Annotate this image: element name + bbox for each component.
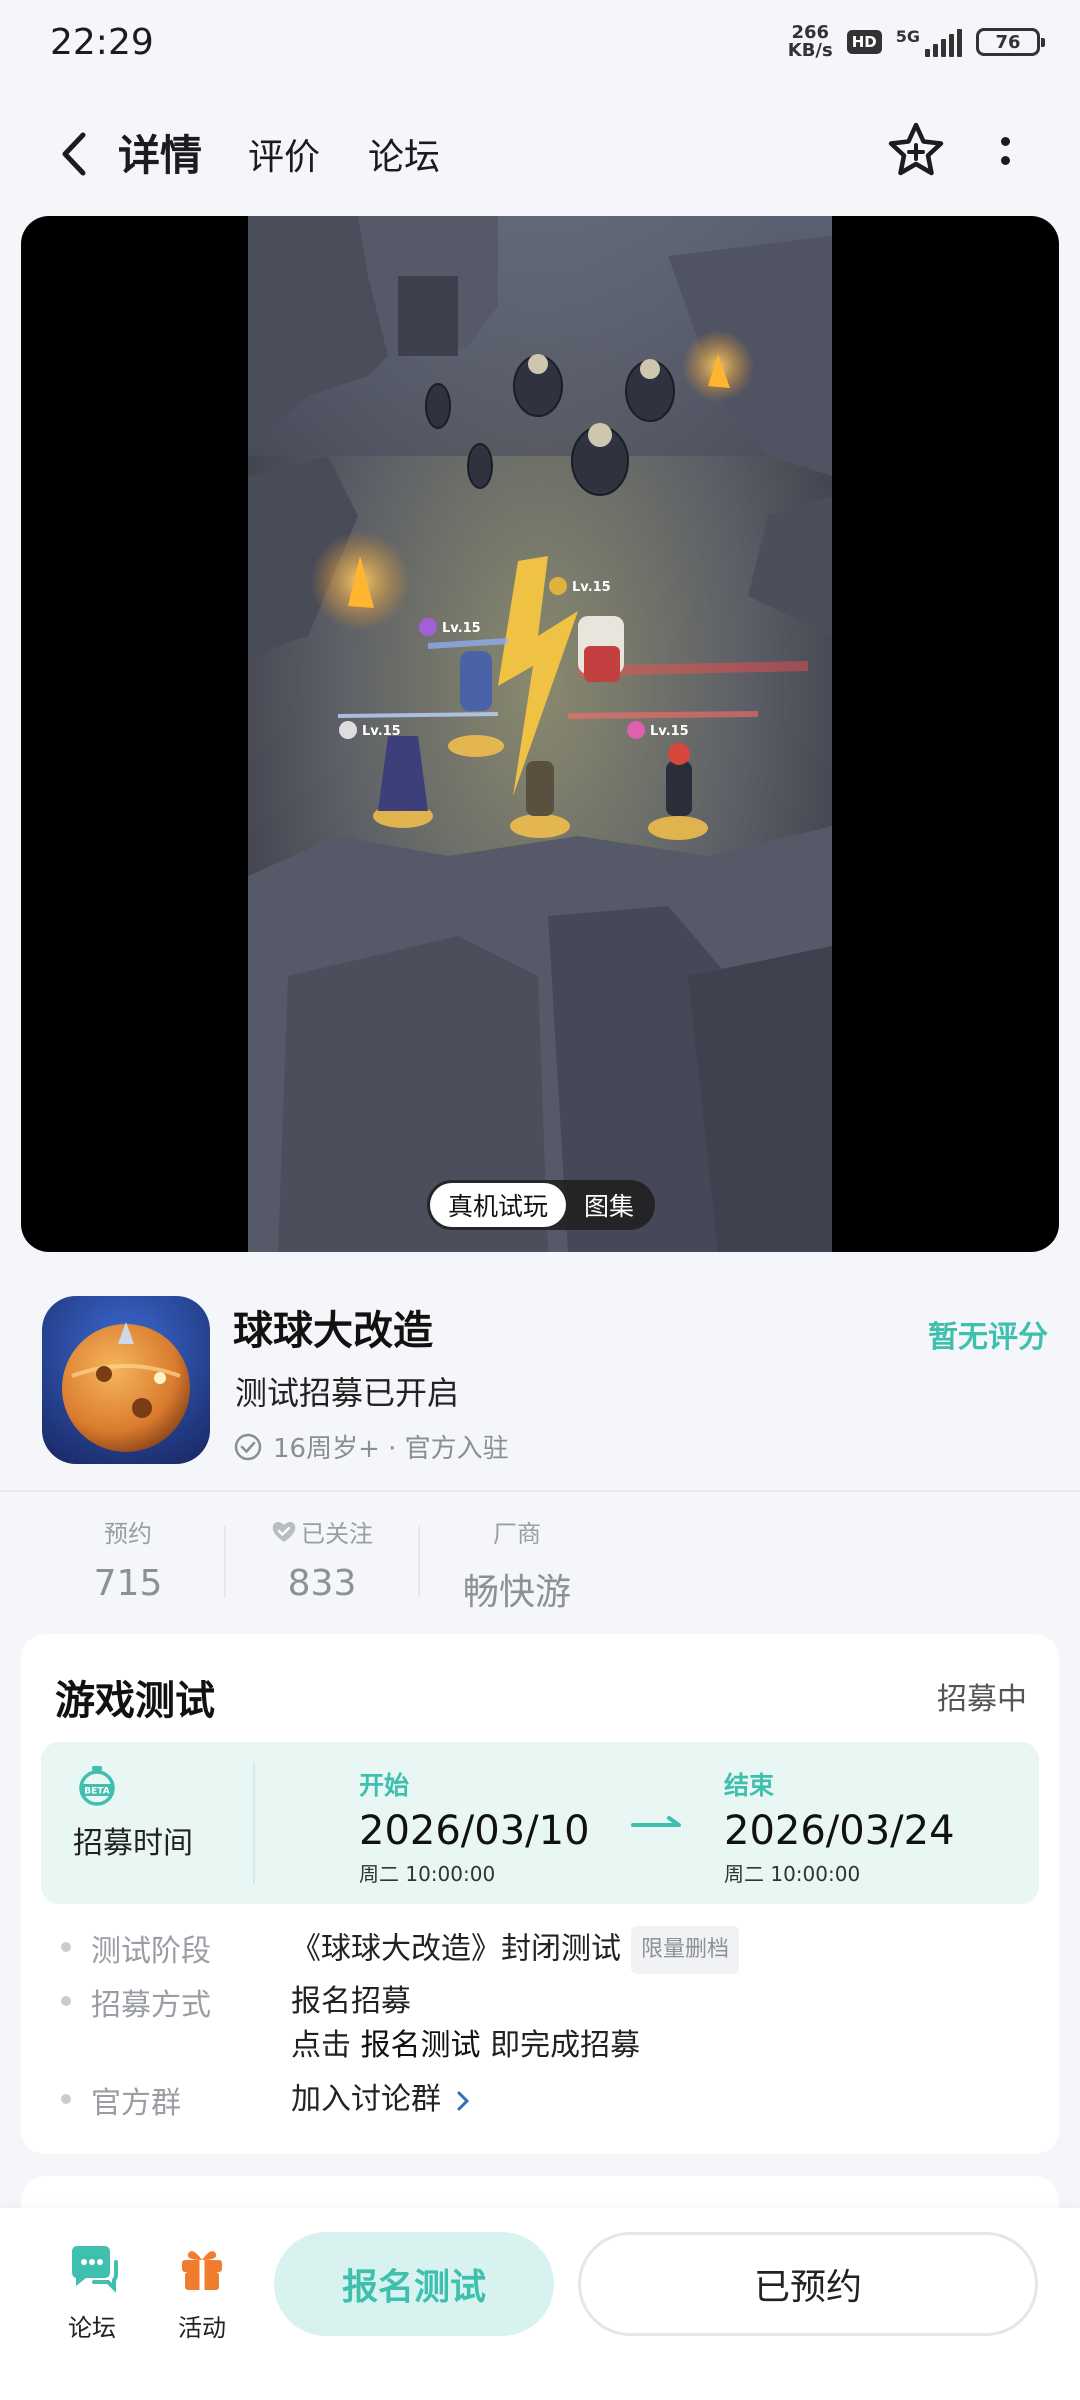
option-live-demo[interactable]: 真机试玩 (430, 1183, 567, 1227)
panel-separator (253, 1762, 255, 1884)
gift-icon (182, 2251, 222, 2290)
info-row-method: 招募方式 报名招募 点击 报名测试 即完成招募 (61, 1980, 640, 2068)
beta-label: BETA (84, 1787, 109, 1797)
stat-label: 已关注 (301, 1520, 373, 1548)
method-note: 点击 报名测试 即完成招募 (291, 2024, 640, 2068)
start-weekday-time: 周二 10:00:00 (359, 1862, 496, 1886)
forum-label: 论坛 (68, 2314, 116, 2342)
start-key: 开始 (359, 1771, 410, 1800)
game-test-card: 游戏测试 招募中 BETA 招募时间 开始 2026/03/10 周二 10:0… (21, 1634, 1059, 2154)
media-viewer[interactable]: Lv.15 Lv.15 Lv.15 Lv.15 真机试玩 图集 (21, 216, 1059, 1252)
stage-value-line: 《球球大改造》封闭测试 限量删档 (291, 1926, 740, 1974)
app-meta: 16周岁+ · 官方入驻 (233, 1428, 509, 1465)
stat-reservations: 预约 715 (78, 1514, 178, 1604)
stat-separator (224, 1526, 226, 1598)
reserved-button[interactable]: 已预约 (578, 2232, 1038, 2336)
signal-icon: 5G (896, 27, 962, 57)
media-mode-switch[interactable]: 真机试玩 图集 (427, 1180, 656, 1230)
option-gallery[interactable]: 图集 (566, 1183, 652, 1227)
bullet (61, 1996, 71, 2006)
activity-label: 活动 (178, 2314, 226, 2342)
beta-stopwatch-icon: BETA (79, 1766, 115, 1806)
verified-check-icon (234, 1433, 262, 1460)
heart-check-icon (272, 1521, 296, 1542)
recruit-time-panel: BETA 招募时间 开始 2026/03/10 周二 10:00:00 结束 2… (41, 1742, 1039, 1904)
chevron-right-icon (457, 2091, 469, 2110)
stat-value: 畅快游 (462, 1572, 571, 1613)
stat-value: 715 (93, 1563, 163, 1604)
signup-test-button[interactable]: 报名测试 (274, 2232, 554, 2336)
method-value: 报名招募 (291, 1984, 411, 2019)
net-speed: 266 KB/s (788, 24, 833, 60)
method-note-prefix: 点击 (291, 2028, 361, 2063)
age-rating-and-official: 16周岁+ · 官方入驻 (273, 1434, 509, 1464)
bottom-activity-button[interactable]: 活动 (162, 2240, 242, 2343)
tab-reviews[interactable]: 评价 (248, 128, 320, 180)
back-arrow-icon[interactable] (44, 124, 104, 184)
bullet (61, 2094, 71, 2104)
info-row-group: 官方群 加入讨论群 (61, 2078, 471, 2122)
forum-chat-icon (72, 2246, 118, 2293)
hero-level-tag: Lv.15 (442, 621, 481, 636)
stat-followed[interactable]: 已关注 833 (252, 1514, 392, 1604)
method-key: 招募方式 (91, 1988, 211, 2023)
rating-status[interactable]: 暂无评分 (928, 1312, 1048, 1356)
network-type: 5G (895, 27, 920, 46)
status-bar: 22:29 266 KB/s HD 5G 76 (0, 0, 1080, 90)
end-key: 结束 (724, 1771, 775, 1800)
bullet (61, 1942, 71, 1952)
stage-tag: 限量删档 (631, 1926, 740, 1974)
app-icon (42, 1296, 210, 1464)
arrow-right-icon (631, 1816, 681, 1827)
stat-value: 833 (287, 1563, 357, 1604)
top-nav: 详情 评价 论坛 (0, 100, 1080, 210)
method-value-block: 报名招募 点击 报名测试 即完成招募 (291, 1980, 640, 2068)
stage-value: 《球球大改造》封闭测试 (291, 1931, 621, 1967)
method-note-action: 报名测试 (360, 2028, 481, 2063)
stage-key: 测试阶段 (91, 1934, 211, 1969)
end-date: 2026/03/24 (724, 1808, 955, 1854)
info-row-stage: 测试阶段 《球球大改造》封闭测试 限量删档 (61, 1926, 740, 1974)
status-indicators: 266 KB/s HD 5G 76 (788, 24, 1045, 60)
stat-label-row: 已关注 (252, 1514, 392, 1549)
recruit-time-label: 招募时间 (73, 1826, 193, 1861)
battery-level: 76 (995, 31, 1021, 53)
recruit-state: 招募中 (937, 1682, 1027, 1717)
stat-separator (418, 1526, 420, 1598)
start-date: 2026/03/10 (359, 1808, 590, 1854)
tab-forum[interactable]: 论坛 (368, 128, 440, 180)
app-status: 测试招募已开启 (235, 1374, 460, 1412)
battery-icon: 76 (976, 28, 1045, 56)
app-detail-page: 22:29 266 KB/s HD 5G 76 详情 评价 论坛 Lv.15 L… (0, 0, 1080, 2400)
group-key: 官方群 (91, 2086, 181, 2121)
status-time: 22:29 (50, 22, 154, 63)
end-time: 结束 2026/03/24 周二 10:00:00 (724, 1766, 955, 1887)
start-time: 开始 2026/03/10 周二 10:00:00 (359, 1766, 590, 1887)
card-title: 游戏测试 (55, 1678, 215, 1724)
divider (0, 1490, 1080, 1492)
join-group-link[interactable]: 加入讨论群 (291, 2078, 471, 2122)
hd-badge: HD (846, 30, 882, 54)
bottom-forum-button[interactable]: 论坛 (52, 2240, 132, 2343)
hero-level-tag: Lv.15 (362, 724, 401, 739)
stat-label: 厂商 (493, 1520, 541, 1548)
app-name: 球球大改造 (233, 1308, 433, 1354)
game-screenshot: Lv.15 Lv.15 Lv.15 Lv.15 (248, 216, 832, 1252)
hero-level-tag: Lv.15 (572, 580, 611, 595)
bottom-action-bar: 论坛 活动 报名测试 已预约 (0, 2208, 1080, 2400)
stat-developer[interactable]: 厂商 畅快游 (446, 1514, 588, 1615)
star-plus-icon[interactable] (885, 120, 947, 182)
hero-level-tag: Lv.15 (650, 724, 689, 739)
tab-details[interactable]: 详情 (113, 122, 207, 183)
join-group-text: 加入讨论群 (291, 2082, 441, 2117)
stat-label: 预约 (104, 1520, 152, 1548)
end-weekday-time: 周二 10:00:00 (724, 1862, 861, 1886)
net-speed-unit: KB/s (787, 40, 833, 61)
more-vertical-icon[interactable] (990, 126, 1020, 176)
method-note-suffix: 即完成招募 (480, 2028, 641, 2063)
